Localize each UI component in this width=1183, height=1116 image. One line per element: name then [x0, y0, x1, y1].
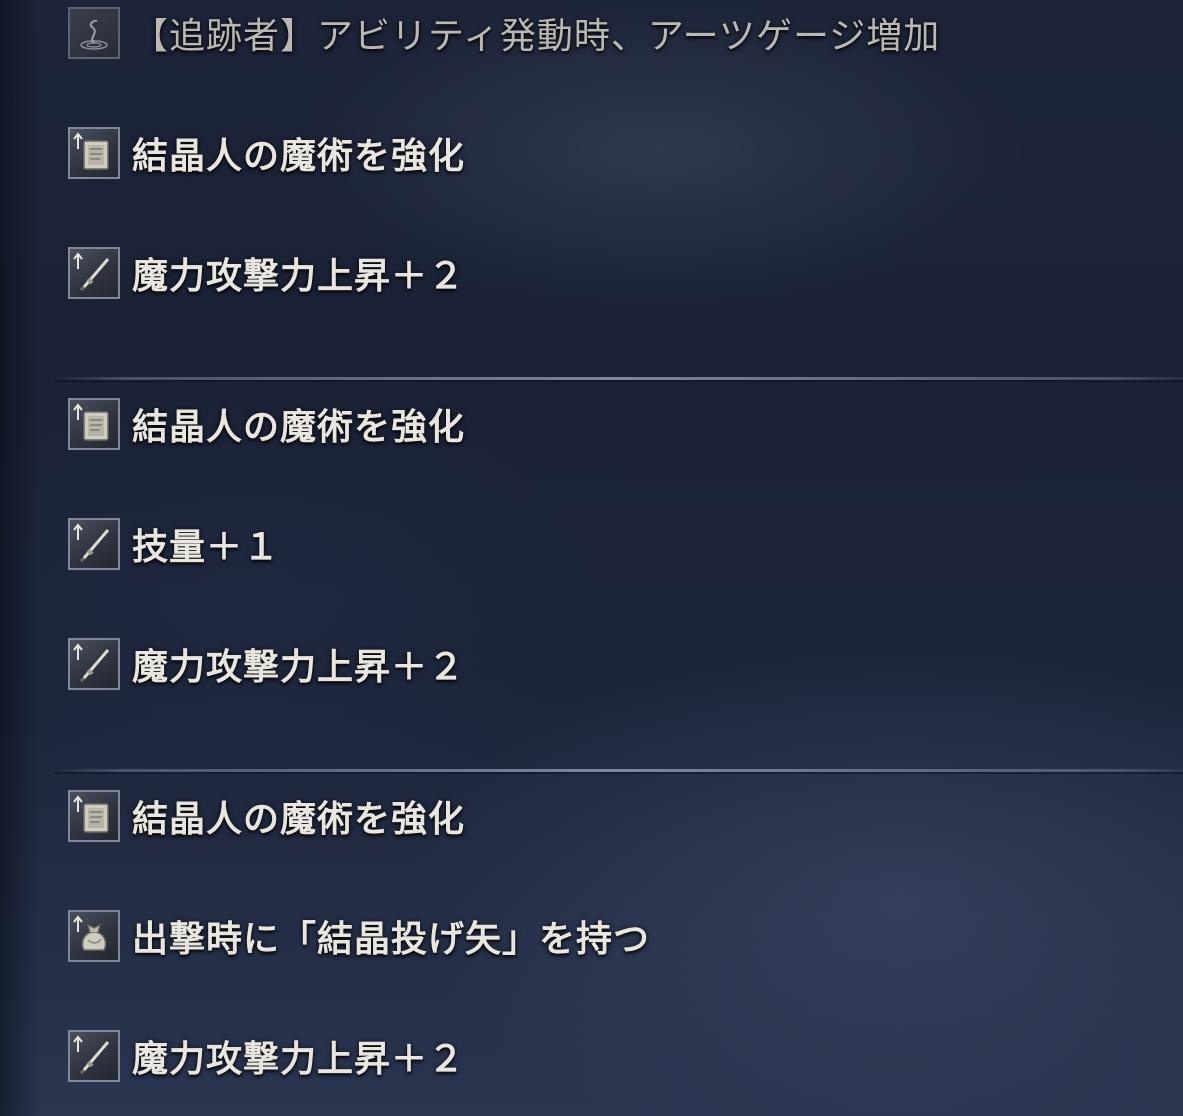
sword-up-icon — [68, 638, 120, 690]
sword-up-icon — [68, 247, 120, 299]
effect-row-g3-1[interactable]: 結晶人の魔術を強化 — [68, 788, 465, 844]
left-edge-shade — [0, 0, 40, 1116]
effect-label: 技量＋１ — [132, 526, 281, 568]
effect-row-g2-2[interactable]: 技量＋１ — [68, 516, 280, 572]
tome-up-icon — [68, 398, 120, 450]
effect-row-g3-2[interactable]: 出撃時に「結晶投げ矢」を持つ — [68, 908, 650, 964]
ripple-icon — [68, 7, 120, 59]
effect-list-panel: 【追跡者】アビリティ発動時、アーツゲージ増加 結晶人の魔術を強化 魔力攻撃力上昇… — [0, 0, 1183, 1116]
effect-label: 出撃時に「結晶投げ矢」を持つ — [132, 918, 651, 960]
effect-label: 結晶人の魔術を強化 — [132, 135, 466, 177]
effect-label: 結晶人の魔術を強化 — [132, 406, 466, 448]
effect-row-top[interactable]: 【追跡者】アビリティ発動時、アーツゲージ増加 — [68, 5, 940, 61]
group-divider — [55, 377, 1183, 382]
effect-row-g2-1[interactable]: 結晶人の魔術を強化 — [68, 396, 465, 452]
sword-up-icon — [68, 1030, 120, 1082]
effect-label: 魔力攻撃力上昇＋２ — [132, 646, 466, 688]
effect-row-g1-1[interactable]: 結晶人の魔術を強化 — [68, 125, 465, 181]
effect-label: 魔力攻撃力上昇＋２ — [132, 1038, 466, 1080]
effect-label: 【追跡者】アビリティ発動時、アーツゲージ増加 — [132, 16, 941, 57]
tome-up-icon — [68, 790, 120, 842]
tome-up-icon — [68, 127, 120, 179]
pouch-icon — [68, 910, 120, 962]
group-divider — [55, 769, 1183, 774]
effect-row-g1-2[interactable]: 魔力攻撃力上昇＋２ — [68, 245, 465, 301]
sword-up-icon — [68, 518, 120, 570]
effect-label: 結晶人の魔術を強化 — [132, 798, 466, 840]
effect-row-g2-3[interactable]: 魔力攻撃力上昇＋２ — [68, 636, 465, 692]
effect-row-g3-3[interactable]: 魔力攻撃力上昇＋２ — [68, 1028, 465, 1084]
effect-label: 魔力攻撃力上昇＋２ — [132, 255, 466, 297]
